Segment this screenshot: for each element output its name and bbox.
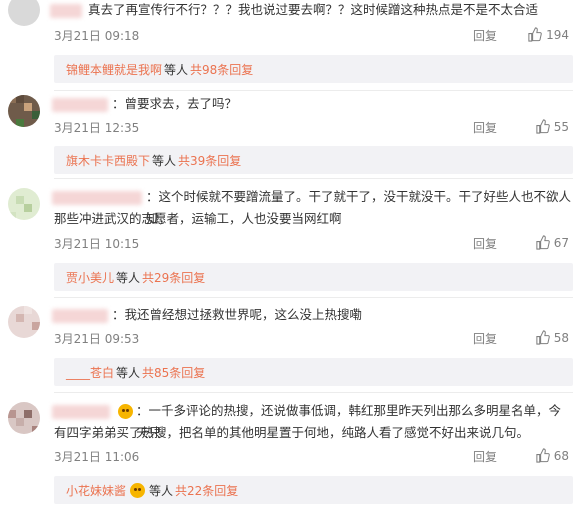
sub-reply-mid-text: 等人 <box>164 63 189 77</box>
sub-reply-mid-text: 等人 <box>152 154 177 168</box>
divider <box>54 392 573 393</box>
sub-reply-count-link[interactable]: 共29条回复 <box>142 269 205 286</box>
comment-date: 3月21日 09:53 <box>54 332 140 346</box>
divider <box>54 178 573 179</box>
sub-reply-user-link[interactable]: 小花妹妹酱 <box>66 482 126 499</box>
sub-reply-summary[interactable]: 锦鲤本鲤就是我啊 等人 共98条回复 <box>54 55 573 83</box>
like-count: 55 <box>553 119 569 134</box>
divider <box>54 90 573 91</box>
comment-text: ：曾要求去，去了吗？ <box>112 96 238 111</box>
sub-reply-mid-text: 等人 <box>149 484 174 498</box>
like-count: 194 <box>546 27 569 42</box>
reply-button[interactable]: 回复 <box>473 330 497 347</box>
sub-reply-count-link[interactable]: 共39条回复 <box>178 152 241 169</box>
sub-reply-summary[interactable]: 旗木卡卡西殿下 等人 共39条回复 <box>54 146 573 174</box>
like-count: 58 <box>553 330 569 345</box>
sub-reply-summary[interactable]: ____苍白 等人 共85条回复 <box>54 358 573 386</box>
sub-reply-count-link[interactable]: 共98条回复 <box>190 61 253 78</box>
sub-reply-summary[interactable]: 贾小美儿 等人 共29条回复 <box>54 263 573 291</box>
reply-button[interactable]: 回复 <box>473 235 497 252</box>
sub-reply-mid-text: 等人 <box>116 366 141 380</box>
like-button[interactable]: 58 <box>535 330 569 345</box>
avatar[interactable] <box>8 188 40 220</box>
thumbs-up-icon <box>536 119 550 134</box>
like-button[interactable]: 194 <box>527 27 569 42</box>
reply-button[interactable]: 回复 <box>473 27 497 44</box>
comment-date: 3月21日 09:18 <box>54 29 140 43</box>
comment-date: 3月21日 12:35 <box>54 121 140 135</box>
comment-text: 真去了再宣传行不行？？？我也说过要去啊？？这时候蹭这种热点是不是不太合适 <box>88 2 539 17</box>
sub-reply-user-link[interactable]: 旗木卡卡西殿下 <box>66 152 150 169</box>
thumbs-up-icon <box>536 235 550 250</box>
comment-text-continued: 有四字弟弟买了热搜，把名单的其他明星置于何地，纯路人看了感觉不好出来说几句。 <box>54 425 530 440</box>
sub-reply-user-link[interactable]: 贾小美儿 <box>66 269 114 286</box>
avatar[interactable] <box>8 95 40 127</box>
thumbs-up-icon <box>536 448 550 463</box>
username-blurred[interactable] <box>52 405 110 419</box>
username-blurred[interactable] <box>52 309 108 323</box>
like-button[interactable]: 67 <box>535 235 569 250</box>
comment-text: ：我还曾经想过拯救世界呢，这么没上热搜嘞 <box>112 307 363 322</box>
username-blurred[interactable] <box>52 191 142 205</box>
like-count: 68 <box>553 448 569 463</box>
thumbs-up-icon <box>536 330 550 345</box>
thumbs-up-icon <box>528 27 542 42</box>
like-count: 67 <box>553 235 569 250</box>
reply-button[interactable]: 回复 <box>473 119 497 136</box>
like-button[interactable]: 55 <box>535 119 569 134</box>
sub-reply-user-link[interactable]: ____苍白 <box>66 364 114 381</box>
comment-text-continued: 那些冲进武汉的志愿者，运输工，人也没要当网红啊 <box>54 211 342 226</box>
sub-reply-summary[interactable]: 小花妹妹酱 等人 共22条回复 <box>54 476 573 504</box>
comment-date: 3月21日 10:15 <box>54 237 140 251</box>
avatar[interactable] <box>8 0 40 26</box>
sub-reply-user-link[interactable]: 锦鲤本鲤就是我啊 <box>66 61 162 78</box>
avatar[interactable] <box>8 402 40 434</box>
divider <box>54 297 573 298</box>
avatar[interactable] <box>8 306 40 338</box>
sub-reply-count-link[interactable]: 共85条回复 <box>142 364 205 381</box>
username-blurred[interactable] <box>52 98 108 112</box>
emoji-icon <box>130 483 146 498</box>
sub-reply-count-link[interactable]: 共22条回复 <box>175 482 238 499</box>
sub-reply-mid-text: 等人 <box>116 271 141 285</box>
comment-date: 3月21日 11:06 <box>54 450 140 464</box>
emoji-icon <box>118 404 133 419</box>
username-blurred[interactable] <box>50 4 82 18</box>
like-button[interactable]: 68 <box>535 448 569 463</box>
reply-button[interactable]: 回复 <box>473 448 497 465</box>
